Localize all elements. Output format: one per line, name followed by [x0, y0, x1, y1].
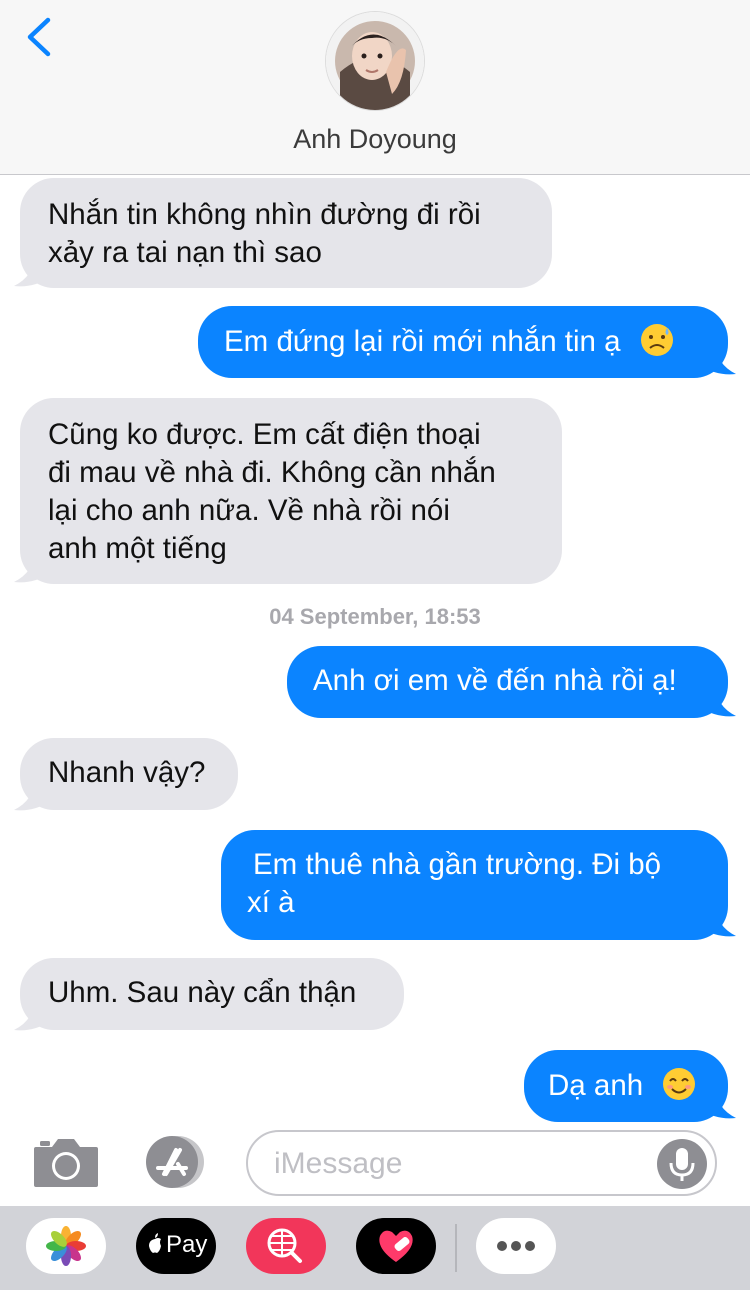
imessage-field[interactable]: [246, 1130, 717, 1196]
message-text: Anh ơi em về đến nhà rồi ạ!: [313, 664, 677, 697]
message-line: xảy ra tai nạn thì sao: [48, 236, 322, 269]
message-timestamp: 04 September, 18:53: [269, 604, 481, 629]
sad-sweat-emoji-icon: [640, 324, 673, 356]
microphone-icon: [669, 1148, 695, 1181]
apple-logo-icon: [149, 1233, 161, 1253]
outgoing-message[interactable]: Dạ anh: [524, 1050, 728, 1122]
incoming-message[interactable]: Nhắn tin không nhìn đường đi rồi xảy ra …: [20, 178, 552, 288]
photos-icon: [46, 1226, 86, 1266]
digital-touch-app-button[interactable]: [356, 1218, 436, 1274]
apple-pay-app-button[interactable]: Pay: [136, 1218, 216, 1274]
back-button[interactable]: [22, 14, 62, 60]
message-line: lại cho anh nữa. Về nhà rồi nói: [48, 494, 450, 527]
globe-search-icon: [267, 1228, 302, 1263]
imessage-app-drawer: Pay: [0, 1206, 750, 1290]
message-line: Nhắn tin không nhìn đường đi rồi: [48, 198, 481, 231]
message-line: anh một tiếng: [48, 532, 227, 565]
contact-name[interactable]: Anh Doyoung: [0, 124, 750, 155]
message-line: Em thuê nhà gần trường. Đi bộ: [253, 848, 662, 881]
message-line: Cũng ko được. Em cất điện thoại: [48, 418, 481, 451]
web-image-search-app-button[interactable]: [246, 1218, 326, 1274]
message-input[interactable]: [272, 1142, 646, 1186]
message-text: Em đứng lại rồi mới nhắn tin ạ: [224, 325, 621, 358]
incoming-message[interactable]: Cũng ko được. Em cất điện thoại đi mau v…: [20, 398, 562, 584]
message-thread[interactable]: Nhắn tin không nhìn đường đi rồi xảy ra …: [0, 176, 750, 1126]
more-apps-button[interactable]: [476, 1218, 556, 1274]
compose-bar: [0, 1126, 750, 1206]
camera-icon: [34, 1139, 98, 1187]
avatar-photo: [326, 12, 424, 110]
message-text: Dạ anh: [548, 1069, 644, 1102]
message-text: Uhm. Sau này cẩn thận: [48, 976, 357, 1009]
contact-avatar[interactable]: [326, 12, 424, 110]
chevron-left-icon: [27, 17, 51, 57]
message-text: Nhanh vậy?: [48, 756, 206, 789]
message-line: xí à: [247, 886, 295, 919]
incoming-message[interactable]: Nhanh vậy?: [20, 738, 238, 810]
apple-pay-label: Pay: [166, 1231, 208, 1258]
dictation-button[interactable]: [657, 1139, 707, 1189]
message-line: đi mau về nhà đi. Không cần nhắn: [48, 456, 496, 489]
app-store-icon: [146, 1136, 204, 1188]
incoming-message[interactable]: Uhm. Sau này cẩn thận: [20, 958, 404, 1030]
more-icon: [497, 1241, 535, 1251]
conversation-header: Anh Doyoung: [0, 0, 750, 175]
heart-touch-icon: [379, 1230, 413, 1262]
outgoing-message[interactable]: Em đứng lại rồi mới nhắn tin ạ: [198, 306, 728, 378]
outgoing-message[interactable]: Anh ơi em về đến nhà rồi ạ!: [287, 646, 728, 718]
app-store-button[interactable]: [140, 1134, 212, 1190]
camera-button[interactable]: [32, 1135, 100, 1189]
drawer-divider: [455, 1224, 457, 1272]
smiling-face-emoji-icon: [663, 1068, 696, 1100]
outgoing-message[interactable]: Em thuê nhà gần trường. Đi bộ xí à: [221, 830, 728, 940]
photos-app-button[interactable]: [26, 1218, 106, 1274]
